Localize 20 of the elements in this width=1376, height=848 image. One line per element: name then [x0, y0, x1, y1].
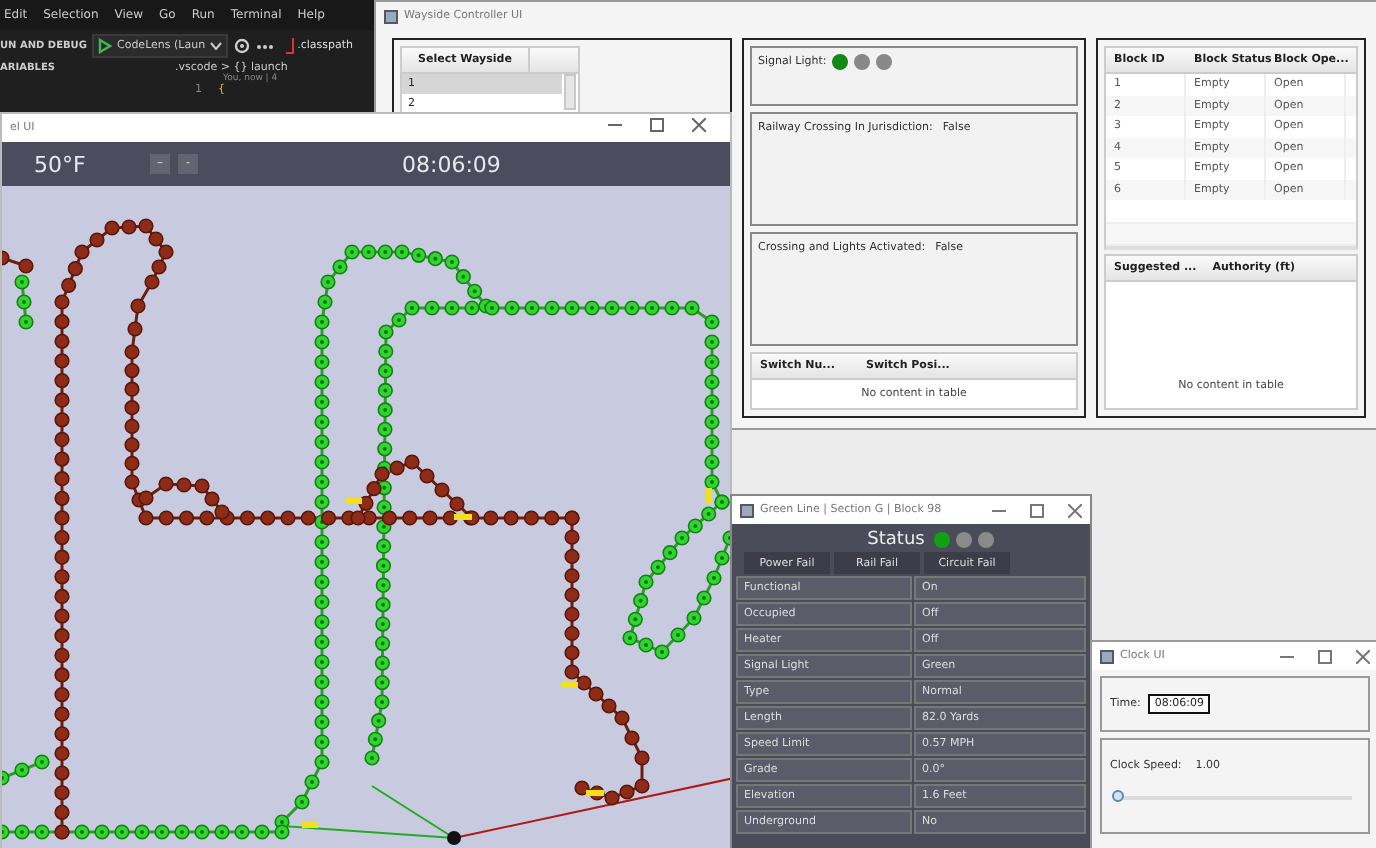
maximize-icon[interactable] — [1030, 503, 1044, 517]
play-icon — [98, 38, 113, 54]
slider-thumb[interactable] — [1112, 790, 1124, 802]
maximize-icon[interactable] — [650, 118, 664, 132]
app-icon — [1100, 649, 1114, 663]
scrollbar[interactable] — [564, 74, 576, 110]
app-icon — [740, 503, 754, 517]
clock-time: 08:06:09 — [402, 151, 501, 177]
maximize-icon[interactable] — [1318, 649, 1332, 663]
temperature-reading: 50°F — [34, 151, 88, 177]
minimize-icon[interactable] — [1280, 655, 1294, 657]
settings-icon[interactable] — [233, 38, 250, 54]
more-icon[interactable] — [255, 43, 274, 49]
close-icon[interactable] — [692, 118, 706, 132]
close-icon[interactable] — [1068, 503, 1082, 517]
app-icon — [384, 9, 398, 23]
status-label: Status — [867, 529, 925, 549]
minimize-icon[interactable] — [992, 509, 1006, 511]
close-icon[interactable] — [1356, 649, 1370, 663]
chevron-down-icon — [209, 42, 222, 50]
